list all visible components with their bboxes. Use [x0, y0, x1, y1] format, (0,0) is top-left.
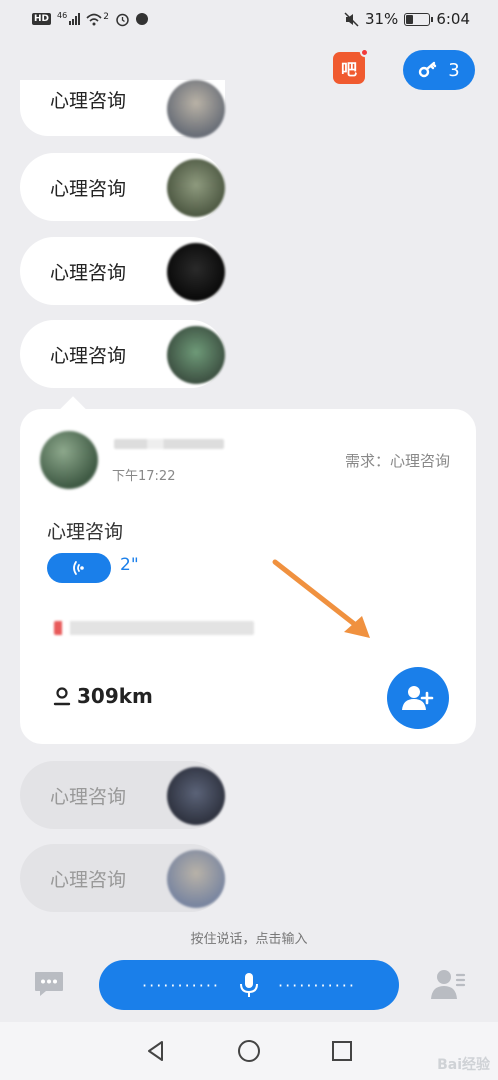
card-pointer [60, 396, 86, 422]
alarm-icon [116, 13, 129, 26]
distance-value: 309km [77, 684, 153, 708]
bar-app-button[interactable]: 吧 [333, 48, 369, 84]
signal-icon [69, 13, 81, 25]
request-label: 心理咨询 [50, 344, 127, 367]
request-item[interactable]: 心理咨询 [20, 153, 225, 221]
avatar[interactable] [167, 80, 225, 138]
hd-icon: HD [32, 13, 52, 25]
distance-info: 309km [53, 684, 153, 708]
battery-fill [406, 14, 414, 24]
hold-to-talk-button[interactable]: ··········· ··········· [99, 960, 399, 1010]
voice-message-button[interactable] [47, 553, 111, 583]
mic-dots-right: ··········· [278, 975, 356, 995]
annotation-arrow [272, 559, 370, 638]
home-icon[interactable] [237, 1039, 261, 1063]
request-item[interactable]: 心理咨询 [20, 237, 225, 305]
blurred-location [54, 621, 254, 635]
request-label: 心理咨询 [50, 177, 127, 200]
voice-duration: 2" [120, 555, 139, 575]
avatar[interactable] [167, 326, 225, 384]
request-title: 心理咨询 [47, 521, 124, 543]
need-label: 需求：心理咨询 [344, 452, 450, 470]
request-label: 心理咨询 [50, 261, 127, 284]
request-item[interactable]: 心理咨询 [20, 844, 225, 912]
voice-hint: 按住说话，点击输入 [190, 932, 308, 947]
user-avatar[interactable] [40, 431, 98, 489]
watermark: Bai经验 [437, 1057, 490, 1073]
request-label: 心理咨询 [50, 868, 127, 891]
blurred-username [114, 439, 224, 449]
add-user-icon [402, 686, 434, 710]
keyboard-chat-icon[interactable] [33, 968, 65, 1000]
avatar[interactable] [167, 767, 225, 825]
add-friend-button[interactable] [387, 667, 449, 729]
location-person-icon [53, 687, 71, 706]
profile-list-icon[interactable] [430, 966, 466, 1002]
request-label: 心理咨询 [50, 785, 127, 808]
mic-dots-left: ··········· [142, 975, 220, 995]
system-nav-bar [0, 1022, 498, 1080]
clock: 6:04 [436, 10, 470, 28]
back-icon[interactable] [145, 1040, 167, 1062]
microphone-icon [240, 973, 258, 997]
mute-icon [344, 11, 359, 27]
notification-dot [360, 48, 369, 57]
key-icon [419, 61, 437, 78]
key-count: 3 [448, 59, 460, 81]
key-count-button[interactable]: 3 [403, 50, 475, 90]
wifi-sub-label: 2 [103, 11, 109, 22]
recents-icon[interactable] [331, 1040, 353, 1062]
avatar[interactable] [167, 243, 225, 301]
avatar[interactable] [167, 159, 225, 217]
request-detail-card[interactable]: 下午17:22 需求：心理咨询 心理咨询 2" 309km [20, 396, 476, 744]
wifi-icon [86, 13, 102, 26]
request-item[interactable]: 心理咨询 [20, 320, 225, 388]
request-item[interactable]: 心理咨询 [20, 761, 225, 829]
voice-wave-icon [73, 561, 84, 575]
notification-icon [135, 13, 148, 25]
battery-icon [404, 12, 434, 26]
bar-app-label: 吧 [340, 60, 357, 79]
status-bar: HD 46 2 31% 6:04 [0, 0, 498, 38]
network-type: 46 [57, 10, 68, 20]
avatar[interactable] [167, 850, 225, 908]
request-label: 心理咨询 [50, 89, 127, 112]
battery-percent: 31% [364, 10, 399, 28]
post-time: 下午17:22 [112, 469, 176, 484]
request-item[interactable]: 心理咨询 [20, 80, 225, 138]
